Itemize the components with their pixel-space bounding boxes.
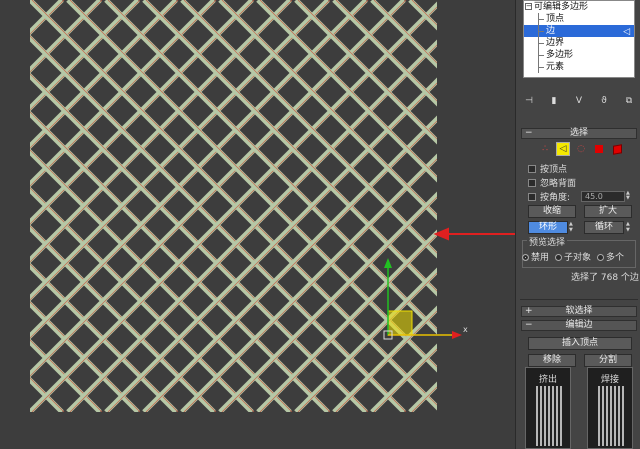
stack-item-element[interactable]: 元素	[524, 61, 634, 73]
perspective-viewport[interactable]: x	[0, 0, 515, 449]
radio-icon[interactable]	[597, 254, 605, 261]
preview-option-label: 多个	[606, 253, 625, 263]
stack-toolbar: ⊣ ▮ V ϑ ⧉	[520, 94, 638, 108]
soft-selection-rollout-header[interactable]: + 软选择	[521, 306, 637, 317]
tree-line	[538, 61, 544, 73]
pin-stack-icon[interactable]: ⊣	[524, 96, 534, 106]
divider	[520, 299, 638, 300]
preview-option-label: 子对象	[564, 253, 592, 263]
preview-selection-options: 禁用 子对象 多个	[522, 250, 638, 263]
rollout-title: 软选择	[565, 306, 593, 316]
radio-icon[interactable]	[522, 254, 529, 261]
stack-item-border[interactable]: 边界	[524, 37, 634, 49]
by-vertex-checkbox[interactable]	[528, 164, 536, 173]
transform-gizmo[interactable]	[0, 0, 515, 449]
angle-spinner-arrows[interactable]: ▲ ▼	[626, 191, 632, 202]
tree-line	[538, 25, 544, 37]
element-mode-icon[interactable]	[610, 142, 624, 156]
polygon-mode-icon[interactable]	[592, 142, 606, 156]
remove-modifier-icon[interactable]: ϑ	[599, 96, 609, 106]
loop-spinner-icon[interactable]: ▲ ▼	[626, 221, 632, 234]
selection-rollout-header[interactable]: − 选择	[521, 128, 637, 139]
edit-edges-rollout-header[interactable]: − 编辑边	[521, 320, 637, 331]
loop-button[interactable]: 循环	[584, 221, 624, 234]
insert-vertex-button[interactable]: 插入顶点	[528, 337, 632, 350]
preview-option-label: 禁用	[531, 253, 550, 263]
weld-button[interactable]: 焊接	[587, 367, 633, 449]
extrude-button[interactable]: 挤出	[525, 367, 571, 449]
weld-label: 焊接	[600, 375, 619, 385]
grow-button[interactable]: 扩大	[584, 205, 632, 218]
configure-modifier-sets-icon[interactable]: ⧉	[624, 96, 634, 106]
by-vertex-label: 按顶点	[540, 165, 568, 175]
extrude-settings-graphic	[536, 386, 562, 446]
rollout-collapse-icon: −	[525, 128, 533, 138]
rollout-collapse-icon: −	[525, 320, 533, 330]
preview-option-disabled[interactable]: 禁用	[522, 250, 549, 263]
by-angle-label: 按角度:	[540, 193, 571, 203]
shrink-button[interactable]: 收缩	[528, 205, 576, 218]
by-angle-row[interactable]: 按角度:	[528, 191, 571, 203]
stack-item-vertex[interactable]: 顶点	[524, 13, 634, 25]
rollout-expand-icon: +	[525, 306, 533, 316]
collapse-icon[interactable]: −	[525, 3, 532, 10]
stack-item-label: 多边形	[546, 50, 574, 60]
radio-icon[interactable]	[555, 254, 563, 261]
ring-spinner-icon[interactable]: ▲ ▼	[569, 221, 575, 234]
edge-mode-icon[interactable]: ◁	[556, 142, 570, 156]
preview-option-subobject[interactable]: 子对象	[555, 250, 591, 263]
ignore-backfacing-label: 忽略背面	[540, 179, 577, 189]
ignore-backfacing-row[interactable]: 忽略背面	[528, 177, 577, 189]
edit-edges-tool-area: 挤出 焊接	[525, 367, 635, 449]
stack-item-label: 边	[546, 26, 556, 36]
stack-item-editable-poly[interactable]: − 可编辑多边形	[524, 1, 634, 13]
border-mode-icon[interactable]: ◌	[574, 142, 588, 156]
tree-line	[538, 13, 544, 25]
modifier-stack[interactable]: − 可编辑多边形 顶点 边 ◁ 边界 多边形 元素	[523, 0, 635, 78]
stack-item-polygon[interactable]: 多边形	[524, 49, 634, 61]
vertex-mode-icon[interactable]: ∴	[538, 142, 552, 156]
ring-button[interactable]: 环形	[528, 221, 568, 234]
stack-item-label: 元素	[546, 62, 565, 72]
rollout-title: 编辑边	[565, 320, 593, 330]
selection-status: 选择了 768 个边	[571, 273, 639, 283]
by-vertex-row[interactable]: 按顶点	[528, 163, 568, 175]
tree-line	[538, 37, 544, 49]
show-end-result-icon[interactable]: ▮	[549, 96, 559, 106]
weld-settings-graphic	[598, 386, 624, 446]
preview-option-multi[interactable]: 多个	[597, 250, 624, 263]
rollout-title: 选择	[569, 128, 588, 138]
ignore-backfacing-checkbox[interactable]	[528, 178, 536, 187]
angle-spinner-field[interactable]: 45.0	[581, 191, 625, 202]
stack-item-label: 可编辑多边形	[534, 2, 589, 12]
gizmo-y-arrow	[384, 258, 392, 268]
extrude-label: 挤出	[538, 375, 557, 385]
subobject-level-icons: ∴ ◁ ◌	[538, 142, 624, 156]
stack-item-edge[interactable]: 边 ◁	[524, 25, 634, 37]
preview-selection-title: 预览选择	[527, 235, 568, 248]
split-button[interactable]: 分割	[584, 354, 632, 367]
make-unique-icon[interactable]: V	[574, 96, 584, 106]
stack-item-label: 顶点	[546, 14, 565, 24]
remove-button[interactable]: 移除	[528, 354, 576, 367]
gizmo-x-label: x	[463, 325, 468, 334]
stack-item-label: 边界	[546, 38, 565, 48]
by-angle-checkbox[interactable]	[528, 192, 536, 201]
tree-line	[538, 49, 544, 61]
gizmo-x-arrow	[452, 331, 462, 339]
